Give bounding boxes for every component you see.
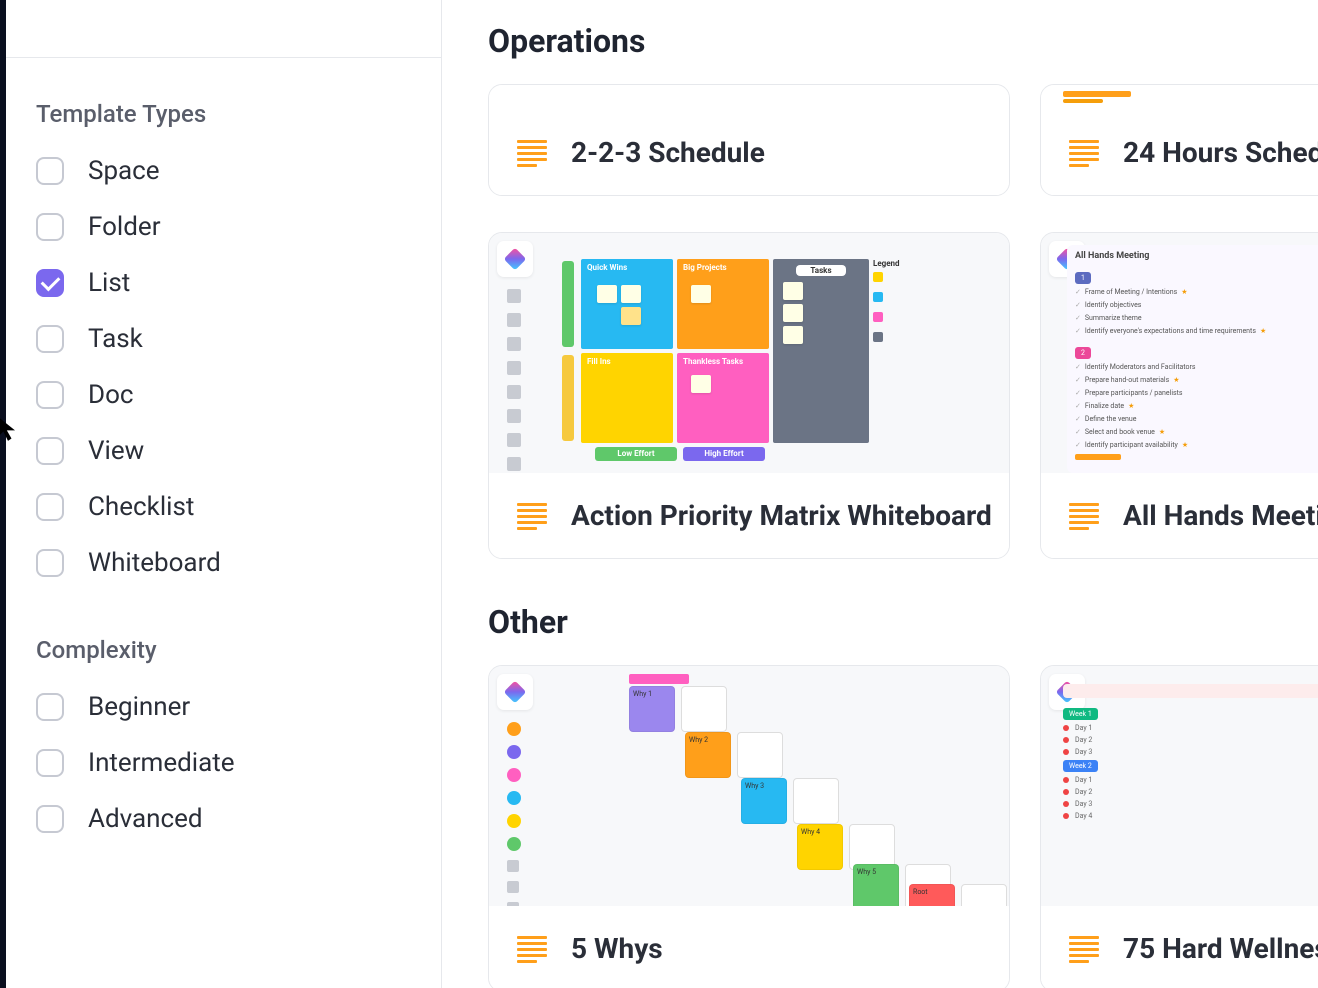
template-card-2-2-3-schedule[interactable]: 2-2-3 Schedule [488, 84, 1010, 196]
checkbox-icon[interactable] [36, 437, 64, 465]
filter-doc[interactable]: Doc [36, 380, 405, 410]
filter-label: Folder [88, 212, 161, 242]
checkbox-icon[interactable] [36, 805, 64, 833]
filter-sidebar: Template Types Space Folder List Task Do… [0, 0, 442, 988]
card-preview: Quick Wins Big Projects Fill Ins Thankle… [489, 233, 1009, 473]
card-preview: Why 1 Why 2 Why 3 Why 4 Why 5 Root [489, 666, 1009, 906]
filter-label: Advanced [88, 804, 203, 834]
complexity-section: Complexity Beginner Intermediate Advance… [36, 636, 405, 834]
card-row: 2-2-3 Schedule 24 Hours Schedule [488, 84, 1318, 196]
filter-label: Whiteboard [88, 548, 221, 578]
filter-beginner[interactable]: Beginner [36, 692, 405, 722]
checkbox-icon[interactable] [36, 157, 64, 185]
template-gallery: Operations 2-2-3 Schedule 24 Hours Sched… [442, 0, 1318, 988]
complexity-list: Beginner Intermediate Advanced [36, 692, 405, 834]
filter-label: Beginner [88, 692, 190, 722]
checkbox-icon[interactable] [36, 549, 64, 577]
card-preview: Week 1 Day 1 Day 2 Day 3 Week 2 Day 1 Da… [1041, 666, 1318, 906]
filter-label: View [88, 436, 144, 466]
filter-checklist[interactable]: Checklist [36, 492, 405, 522]
card-preview [489, 85, 1009, 110]
filter-task[interactable]: Task [36, 324, 405, 354]
card-title: 75 Hard Wellness Challenge [1123, 932, 1318, 965]
template-types-list: Space Folder List Task Doc View Checklis… [36, 156, 405, 578]
card-title: Action Priority Matrix Whiteboard [571, 499, 992, 532]
filter-whiteboard[interactable]: Whiteboard [36, 548, 405, 578]
card-footer: 5 Whys [489, 906, 1009, 988]
checkbox-icon[interactable] [36, 493, 64, 521]
filter-list[interactable]: List [36, 268, 405, 298]
card-title: 2-2-3 Schedule [571, 136, 765, 169]
list-icon [1069, 936, 1099, 962]
sidebar-divider [0, 28, 441, 58]
preview-thumbnail: All Hands Meeting 1 Frame of Meeting / I… [1067, 245, 1318, 473]
section-heading-other: Other [488, 603, 1318, 641]
card-footer: 2-2-3 Schedule [489, 110, 1009, 195]
filter-intermediate[interactable]: Intermediate [36, 748, 405, 778]
checkbox-icon[interactable] [36, 269, 64, 297]
card-preview [1041, 85, 1318, 110]
complexity-heading: Complexity [36, 636, 405, 664]
filter-label: Task [88, 324, 143, 354]
template-card-5-whys[interactable]: Why 1 Why 2 Why 3 Why 4 Why 5 Root 5 Why… [488, 665, 1010, 988]
preview-thumbnail: Quick Wins Big Projects Fill Ins Thankle… [489, 233, 1009, 473]
card-footer: 75 Hard Wellness Challenge [1041, 906, 1318, 988]
card-row: Quick Wins Big Projects Fill Ins Thankle… [488, 232, 1318, 559]
checkbox-icon[interactable] [36, 381, 64, 409]
list-icon [517, 140, 547, 166]
card-footer: 24 Hours Schedule [1041, 110, 1318, 195]
preview-thumbnail [1041, 85, 1318, 110]
cursor-icon [0, 414, 22, 442]
card-preview: All Hands Meeting 1 Frame of Meeting / I… [1041, 233, 1318, 473]
list-icon [517, 503, 547, 529]
template-card-75-hard[interactable]: Week 1 Day 1 Day 2 Day 3 Week 2 Day 1 Da… [1040, 665, 1318, 988]
card-footer: Action Priority Matrix Whiteboard [489, 473, 1009, 558]
filter-label: Checklist [88, 492, 194, 522]
checkbox-icon[interactable] [36, 693, 64, 721]
card-title: 24 Hours Schedule [1123, 136, 1318, 169]
card-footer: All Hands Meeting [1041, 473, 1318, 558]
preview-thumbnail: Why 1 Why 2 Why 3 Why 4 Why 5 Root [489, 666, 1009, 906]
checkbox-icon[interactable] [36, 325, 64, 353]
filter-space[interactable]: Space [36, 156, 405, 186]
template-card-all-hands-meeting[interactable]: All Hands Meeting 1 Frame of Meeting / I… [1040, 232, 1318, 559]
template-types-heading: Template Types [36, 100, 405, 128]
template-card-action-priority-matrix[interactable]: Quick Wins Big Projects Fill Ins Thankle… [488, 232, 1010, 559]
filter-label: Intermediate [88, 748, 235, 778]
checkbox-icon[interactable] [36, 213, 64, 241]
filter-advanced[interactable]: Advanced [36, 804, 405, 834]
list-icon [1069, 140, 1099, 166]
preview-thumbnail: Week 1 Day 1 Day 2 Day 3 Week 2 Day 1 Da… [1041, 666, 1318, 906]
filter-view[interactable]: View [36, 436, 405, 466]
template-card-24-hours-schedule[interactable]: 24 Hours Schedule [1040, 84, 1318, 196]
filter-label: Doc [88, 380, 134, 410]
filter-label: Space [88, 156, 160, 186]
filter-folder[interactable]: Folder [36, 212, 405, 242]
list-icon [1069, 503, 1099, 529]
window-left-edge [0, 0, 6, 988]
card-title: 5 Whys [571, 932, 663, 965]
filter-label: List [88, 268, 130, 298]
checkbox-icon[interactable] [36, 749, 64, 777]
card-row: Why 1 Why 2 Why 3 Why 4 Why 5 Root 5 Why… [488, 665, 1318, 988]
card-title: All Hands Meeting [1123, 499, 1318, 532]
section-heading-operations: Operations [488, 22, 1318, 60]
list-icon [517, 936, 547, 962]
